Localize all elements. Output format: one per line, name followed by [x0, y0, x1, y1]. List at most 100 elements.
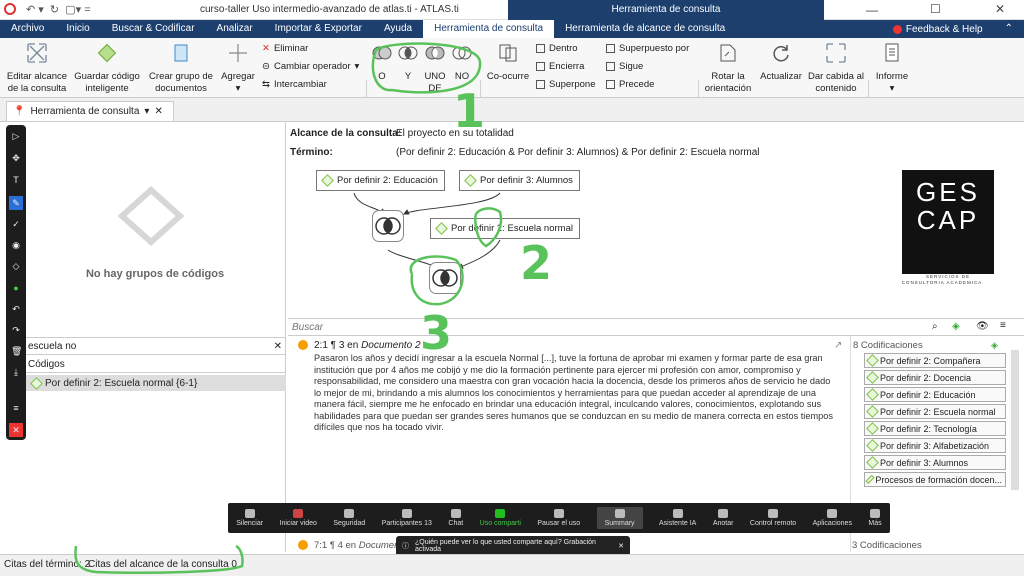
coding-tag[interactable]: Por definir 2: Compañera: [864, 353, 1006, 368]
collapse-icon[interactable]: ⌃: [994, 20, 1024, 38]
move-icon[interactable]: ✥: [11, 153, 21, 163]
overlapped-by-button[interactable]: Superpuesto por: [606, 43, 689, 54]
scope-label: Alcance de la consulta:: [290, 128, 402, 139]
code-search-input[interactable]: escuela no ✕: [24, 337, 286, 355]
share-button[interactable]: Uso comparti: [480, 509, 521, 527]
select-icon[interactable]: ▷: [11, 131, 21, 141]
check-icon[interactable]: ✓: [11, 219, 21, 229]
close-notice-icon[interactable]: ✕: [618, 542, 624, 550]
shield-icon: [344, 509, 355, 518]
query-tool-doc-tab[interactable]: 📍 Herramienta de consulta ▾ ✕: [6, 101, 174, 121]
op-one-of-button[interactable]: UNO DE: [422, 42, 448, 95]
encloses-icon: [536, 62, 545, 71]
tab-buscar-codificar[interactable]: Buscar & Codificar: [101, 20, 206, 38]
code-list-item[interactable]: Por definir 2: Escuela normal {6-1}: [24, 375, 286, 391]
ai-assistant-button[interactable]: Asistente IA: [659, 509, 696, 527]
node-educacion[interactable]: Por definir 2: Educación: [316, 170, 445, 191]
clear-search-icon[interactable]: ✕: [274, 341, 282, 352]
status-bar: Citas del término: 2 Citas del alcance d…: [0, 554, 1024, 576]
op-not-button[interactable]: NO: [450, 42, 474, 83]
save-smart-code-button[interactable]: Guardar código inteligente: [72, 42, 142, 95]
add-coding-icon[interactable]: ◈: [991, 340, 998, 351]
spotlight-icon[interactable]: ◉: [11, 240, 21, 250]
code-filter-icon[interactable]: ◈: [952, 321, 960, 332]
coding-tag[interactable]: Por definir 2: Docencia: [864, 370, 1006, 385]
remote-control-button[interactable]: Control remoto: [750, 509, 796, 527]
overlaps-button[interactable]: Superpone: [536, 79, 595, 90]
view-icon[interactable]: 👁: [976, 321, 989, 332]
tab-archivo[interactable]: Archivo: [0, 20, 55, 38]
dropdown-icon[interactable]: ▾: [144, 106, 149, 117]
text-icon[interactable]: T: [11, 175, 21, 185]
node-alumnos[interactable]: Por definir 3: Alumnos: [459, 170, 580, 191]
participants-button[interactable]: Participantes 13: [382, 509, 432, 527]
start-video-button[interactable]: Iniciar video: [280, 509, 317, 527]
encloses-button[interactable]: Encierra: [536, 61, 584, 72]
close-annotation-icon[interactable]: ✕: [9, 423, 23, 437]
tab-importar-exportar[interactable]: Importar & Exportar: [264, 20, 373, 38]
overlaps-icon: [536, 80, 545, 89]
close-button[interactable]: ✕: [995, 2, 1005, 16]
pause-share-button[interactable]: Pausar el uso: [537, 509, 580, 527]
quote-reference-2[interactable]: 7:1 ¶ 4 en Documento: [314, 540, 407, 551]
node-escuela-normal[interactable]: Por definir 2: Escuela normal: [430, 218, 580, 239]
within-button[interactable]: Dentro: [536, 43, 578, 54]
annotate-button[interactable]: Anotar: [713, 509, 733, 527]
tab-herramienta-consulta[interactable]: Herramienta de consulta: [423, 20, 555, 38]
fit-content-button[interactable]: Dar cabida al contenido: [808, 42, 864, 95]
tab-inicio[interactable]: Inicio: [55, 20, 100, 38]
tab-analizar[interactable]: Analizar: [206, 20, 264, 38]
cooccur-button[interactable]: Co-ocurre: [484, 42, 532, 83]
chat-button[interactable]: Chat: [448, 509, 463, 527]
redo-icon[interactable]: ↷: [11, 325, 21, 335]
annotation-number-1: 1: [453, 84, 486, 138]
add-button[interactable]: Agregar ▾: [218, 42, 258, 95]
search-icon[interactable]: ⌕: [932, 321, 938, 332]
coding-tag[interactable]: Por definir 3: Alfabetización: [864, 438, 1006, 453]
mute-button[interactable]: Silenciar: [236, 509, 263, 527]
menu-icon[interactable]: ≡: [11, 403, 21, 413]
undo-icon[interactable]: ↶: [11, 304, 21, 314]
menu-icon[interactable]: ≡: [1000, 320, 1006, 331]
swap-button[interactable]: ⇆ Intercambiar: [262, 79, 327, 90]
op-or-button[interactable]: O: [370, 42, 394, 83]
apps-button[interactable]: Aplicaciones: [813, 509, 852, 527]
report-button[interactable]: Informe ▾: [872, 42, 912, 95]
search-input[interactable]: [292, 321, 932, 334]
edit-scope-button[interactable]: Editar alcance de la consulta: [4, 42, 70, 95]
coding-tag[interactable]: Por definir 2: Educación: [864, 387, 1006, 402]
undo-icon[interactable]: ↶ ▾ ↻ ▢▾ =: [26, 3, 91, 16]
feedback-help[interactable]: Feedback & Help: [882, 20, 994, 38]
and-operator-node-1[interactable]: [372, 210, 404, 242]
more-button[interactable]: Más: [868, 509, 882, 527]
tab-herramienta-alcance[interactable]: Herramienta de alcance de consulta: [554, 20, 736, 38]
close-tab-icon[interactable]: ✕: [154, 106, 162, 117]
change-operator-button[interactable]: ⊝ Cambiar operador ▾: [262, 61, 359, 72]
save-icon[interactable]: ⤓: [11, 367, 21, 377]
and-operator-node-2[interactable]: [429, 262, 461, 294]
delete-button[interactable]: ✕ Eliminar: [262, 43, 308, 54]
update-button[interactable]: Actualizar: [756, 42, 806, 83]
create-group-button[interactable]: Crear grupo de documentos: [148, 42, 214, 95]
tab-ayuda[interactable]: Ayuda: [373, 20, 423, 38]
rotate-icon: [720, 44, 736, 62]
follows-button[interactable]: Sigue: [606, 61, 643, 72]
eraser-icon[interactable]: ◇: [11, 261, 21, 271]
coding-tag[interactable]: Por definir 3: Alumnos: [864, 455, 1006, 470]
security-button[interactable]: Seguridad: [333, 509, 365, 527]
quote-reference[interactable]: 2:1 ¶ 3 en Documento 2: [314, 340, 421, 351]
op-and-button[interactable]: Y: [396, 42, 420, 83]
summary-button[interactable]: Summary: [596, 507, 643, 529]
pen-icon[interactable]: ✎: [9, 196, 23, 210]
codings-scrollbar[interactable]: [1011, 350, 1019, 490]
precedes-button[interactable]: Precede: [606, 79, 654, 90]
maximize-button[interactable]: ☐: [930, 2, 941, 16]
minimize-button[interactable]: —: [866, 3, 878, 17]
open-quote-icon[interactable]: ↗: [834, 340, 842, 351]
coding-tag[interactable]: Procesos de formación docen...: [864, 472, 1006, 487]
color-icon[interactable]: ●: [11, 283, 21, 293]
trash-icon[interactable]: 🗑: [11, 346, 22, 356]
coding-tag[interactable]: Por definir 2: Tecnología: [864, 421, 1006, 436]
coding-tag[interactable]: Por definir 2: Escuela normal: [864, 404, 1006, 419]
rotate-orientation-button[interactable]: Rotar la orientación: [702, 42, 754, 95]
